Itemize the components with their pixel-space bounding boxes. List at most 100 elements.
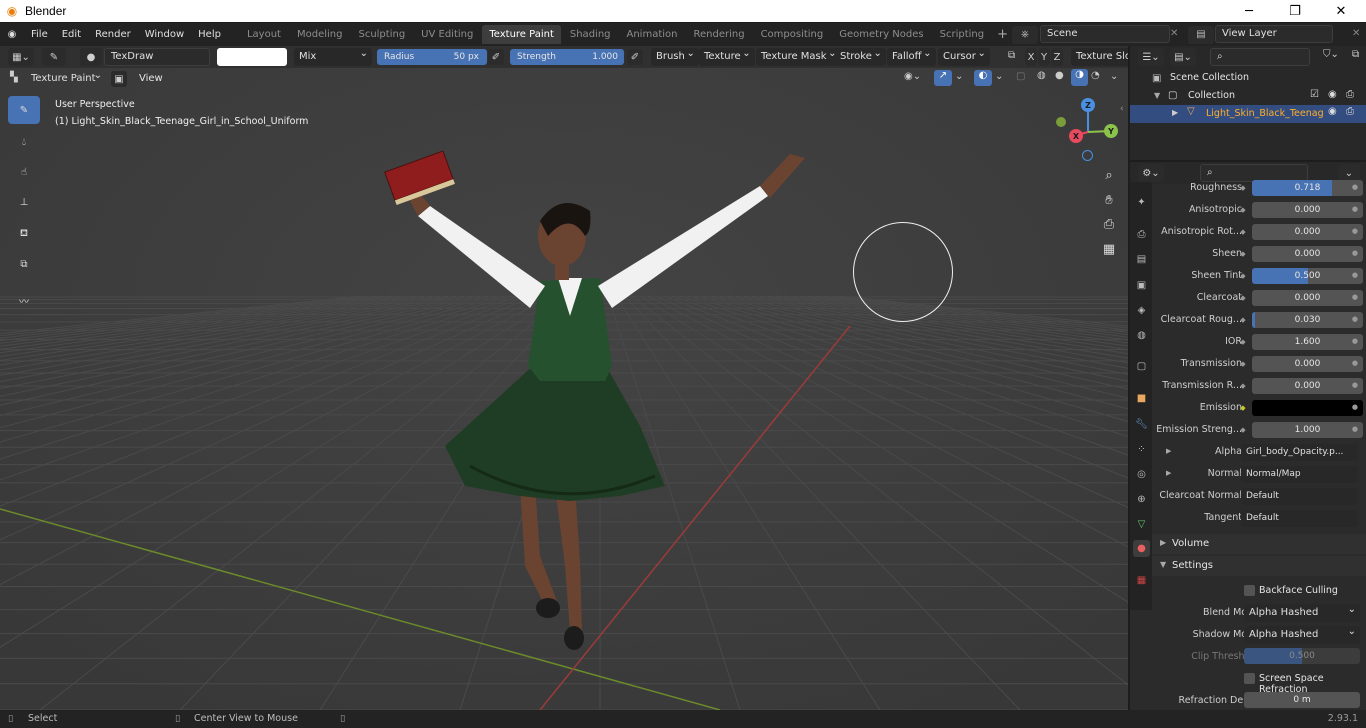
texture-mask-menu[interactable]: Texture Mask xyxy=(756,46,841,66)
clearcoat-socket-icon[interactable]: ◆ xyxy=(1239,294,1247,302)
gizmo-x-axis[interactable]: X xyxy=(1069,129,1083,143)
collection-render-icon[interactable]: ⎙ xyxy=(1346,89,1354,100)
collection-checkbox-icon[interactable]: ☑ xyxy=(1310,89,1319,100)
collection-tab-icon[interactable]: ▢ xyxy=(1133,358,1150,375)
emission-socket-icon[interactable]: ◆ xyxy=(1239,404,1247,412)
mirror-y-toggle[interactable]: Y xyxy=(1038,48,1050,66)
roughness-field[interactable]: 0.718 xyxy=(1252,180,1363,196)
brush-name-field[interactable]: TexDraw xyxy=(104,48,210,66)
add-workspace-icon[interactable]: + xyxy=(993,27,1012,42)
physics-tab-icon[interactable]: ◎ xyxy=(1133,466,1150,483)
volume-panel-header[interactable]: ▶ Volume xyxy=(1152,534,1366,554)
xray-icon[interactable]: ▢ xyxy=(1016,71,1025,82)
normal-expand-icon[interactable]: ▶ xyxy=(1166,469,1171,477)
scene-icon[interactable]: ⎈ xyxy=(1012,26,1038,44)
menu-render[interactable]: Render xyxy=(88,23,138,46)
tool-tab-icon[interactable]: ✦ xyxy=(1133,194,1150,211)
view-layer-icon[interactable]: ▤ xyxy=(1188,26,1214,44)
anisotropic-keyframe-icon[interactable]: ● xyxy=(1352,205,1358,213)
ortho-grid-icon[interactable]: ▦ xyxy=(1098,238,1120,260)
material-tab-icon[interactable]: ● xyxy=(1133,540,1150,557)
object-render-icon[interactable]: ⎙ xyxy=(1346,106,1354,117)
modifiers-tab-icon[interactable]: 🔧︎ xyxy=(1133,416,1150,433)
anisotropic-rot-socket-icon[interactable]: ◆ xyxy=(1239,228,1247,236)
view-layer-close-icon[interactable]: ✕ xyxy=(1352,28,1360,39)
sheen-socket-icon[interactable]: ◆ xyxy=(1239,250,1247,258)
render-tab-icon[interactable]: ⎙ xyxy=(1133,226,1150,243)
gizmo-toggle-icon[interactable]: ↗ xyxy=(934,70,952,86)
solid-shading-icon[interactable]: ● xyxy=(1055,70,1064,81)
draw-tool[interactable]: ✎ xyxy=(8,96,40,124)
menu-edit[interactable]: Edit xyxy=(55,23,88,46)
sheen-tint-keyframe-icon[interactable]: ● xyxy=(1352,271,1358,279)
mirror-z-toggle[interactable]: Z xyxy=(1051,48,1063,66)
anisotropic-rot-keyframe-icon[interactable]: ● xyxy=(1352,227,1358,235)
menu-window[interactable]: Window xyxy=(138,23,191,46)
menu-help[interactable]: Help xyxy=(191,23,228,46)
emission-streng-field[interactable]: 1.000 xyxy=(1252,422,1363,438)
tab-geometry-nodes[interactable]: Geometry Nodes xyxy=(832,25,930,44)
collection-visibility-icon[interactable]: ◉ xyxy=(1328,89,1337,100)
mirror-x-toggle[interactable]: X xyxy=(1025,48,1037,66)
object-tab-icon[interactable]: ■ xyxy=(1133,390,1150,407)
falloff-menu[interactable]: Falloff xyxy=(887,46,936,66)
strength-pressure-icon[interactable]: ✐ xyxy=(627,49,643,65)
view-layer-field[interactable]: View Layer xyxy=(1215,25,1333,43)
mask-tool[interactable]: ⧉ xyxy=(8,250,40,278)
emission-field[interactable] xyxy=(1252,400,1363,416)
outliner-editor-type-icon[interactable]: ☰⌄ xyxy=(1138,48,1164,66)
texture-tab-icon[interactable]: ▦ xyxy=(1133,572,1150,589)
brush-tool-icon[interactable]: ✎ xyxy=(42,48,66,66)
clearcoat-roug-keyframe-icon[interactable]: ● xyxy=(1352,315,1358,323)
scene-collection-label[interactable]: Scene Collection xyxy=(1170,72,1249,83)
view-menu[interactable]: View xyxy=(139,73,163,84)
shading-dropdown-icon[interactable]: ⌄ xyxy=(1110,71,1118,82)
output-tab-icon[interactable]: ▤ xyxy=(1133,251,1150,268)
outliner-search-input[interactable]: ⌕ xyxy=(1210,48,1310,66)
brush-preview-icon[interactable]: ● xyxy=(80,48,102,66)
editor-type-button[interactable]: ▦⌄ xyxy=(8,48,34,66)
object-visibility-icon[interactable]: ◉ xyxy=(1328,106,1337,117)
clearcoat-keyframe-icon[interactable]: ● xyxy=(1352,293,1358,301)
radius-slider[interactable]: Radius 50 px xyxy=(377,49,487,65)
stroke-menu[interactable]: Stroke xyxy=(835,46,886,66)
emission-streng-keyframe-icon[interactable]: ● xyxy=(1352,425,1358,433)
tab-uv-editing[interactable]: UV Editing xyxy=(414,25,480,44)
transmission-r-keyframe-icon[interactable]: ● xyxy=(1352,381,1358,389)
scene-close-icon[interactable]: ✕ xyxy=(1170,28,1178,39)
minimize-button[interactable]: ─ xyxy=(1226,0,1272,22)
roughness-socket-icon[interactable]: ◆ xyxy=(1239,184,1247,192)
sheen-tint-field[interactable]: 0.500 xyxy=(1252,268,1363,284)
tab-shading[interactable]: Shading xyxy=(563,25,618,44)
clearcoat-roug-socket-icon[interactable]: ◆ xyxy=(1239,316,1247,324)
gizmo-z-axis[interactable]: Z xyxy=(1081,98,1095,112)
display-mode-icon[interactable]: ▤⌄ xyxy=(1170,48,1196,66)
wireframe-shading-icon[interactable]: ◍ xyxy=(1037,70,1046,81)
gizmo-dropdown-icon[interactable]: ⌄ xyxy=(955,71,963,82)
slots-toggle-icon[interactable]: ▣ xyxy=(111,71,127,87)
alpha-expand-icon[interactable]: ▶ xyxy=(1166,447,1171,455)
tab-rendering[interactable]: Rendering xyxy=(686,25,751,44)
transmission-socket-icon[interactable]: ◆ xyxy=(1239,360,1247,368)
scene-tab-icon[interactable]: ◈ xyxy=(1133,302,1150,319)
sheen-keyframe-icon[interactable]: ● xyxy=(1352,249,1358,257)
roughness-keyframe-icon[interactable]: ● xyxy=(1352,183,1358,191)
normal-link-field[interactable]: Normal/Map xyxy=(1241,466,1358,483)
ior-field[interactable]: 1.600 xyxy=(1252,334,1363,350)
backface-culling-checkbox[interactable] xyxy=(1244,585,1255,596)
3d-viewport[interactable]: ▦⌄ ✎ ● TexDraw Mix Radius 50 px ✐ Streng… xyxy=(0,46,1128,710)
texture-menu[interactable]: Texture xyxy=(699,46,755,66)
sidebar-toggle-icon[interactable]: ‹ xyxy=(1120,104,1124,114)
blend-mode-dropdown[interactable]: Mix xyxy=(294,46,372,66)
constraints-tab-icon[interactable]: ⊕ xyxy=(1133,491,1150,508)
clone-tool[interactable]: ⊥ xyxy=(8,188,40,216)
annotate-tool[interactable]: 〰 xyxy=(8,286,40,314)
filter-icon[interactable]: ⛉⌄ xyxy=(1323,49,1339,60)
overlays-toggle-icon[interactable]: ◐ xyxy=(974,70,992,86)
brush-menu[interactable]: Brush xyxy=(651,46,699,66)
overlays-dropdown-icon[interactable]: ⌄ xyxy=(995,71,1003,82)
pan-hand-icon[interactable]: ✋︎ xyxy=(1098,189,1120,211)
clearcoat-normal-link-field[interactable]: Default xyxy=(1241,488,1358,505)
transmission-r-field[interactable]: 0.000 xyxy=(1252,378,1363,394)
smear-tool[interactable]: ☝︎ xyxy=(8,158,40,186)
